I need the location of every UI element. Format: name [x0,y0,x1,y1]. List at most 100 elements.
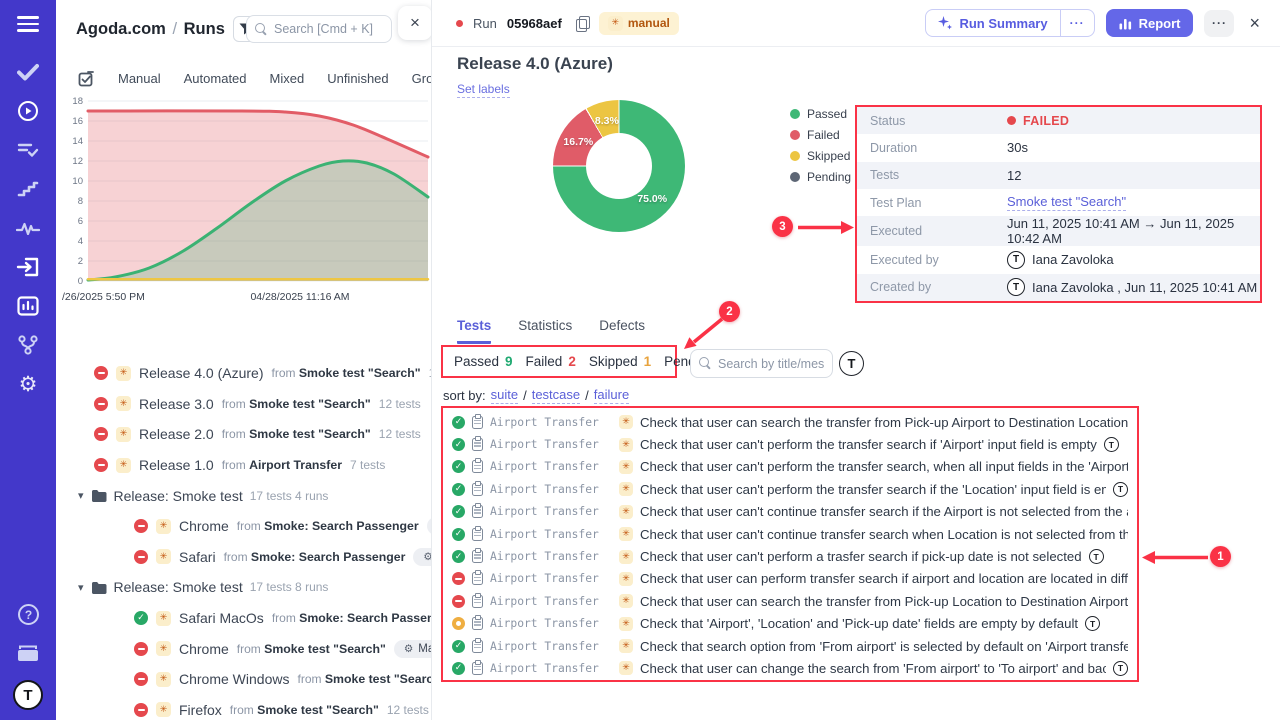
run-row[interactable]: ✳Release 3.0from Smoke test "Search"12 t… [56,389,431,420]
run-row[interactable]: ✳Chromefrom Smoke: Search Passenger⚙MacO… [56,511,431,542]
test-title[interactable]: Check that 'Airport', 'Location' and 'Pi… [640,616,1078,631]
run-name[interactable]: Chrome [179,641,229,657]
tab-statistics[interactable]: Statistics [518,318,572,344]
test-title[interactable]: Check that user can't perform a trasfer … [640,549,1082,564]
test-title[interactable]: Check that user can change the search fr… [640,661,1106,676]
test-row[interactable]: Airport Transfer✳Check that user can't p… [443,433,1137,455]
run-name[interactable]: Safari [179,549,216,565]
chevron-down-icon[interactable]: ▾ [78,581,84,594]
steps-icon[interactable] [16,177,40,201]
test-title[interactable]: Check that user can't perform the transf… [640,482,1106,497]
tests-search[interactable] [690,349,833,378]
test-row[interactable]: Airport Transfer✳Check that user can't p… [443,545,1137,567]
test-row[interactable]: Airport Transfer✳Check that search optio… [443,635,1137,657]
manual-badge: ✳ manual [599,12,679,35]
run-row[interactable]: ✳Firefoxfrom Smoke test "Search"12 tests [56,695,431,720]
test-row[interactable]: Airport Transfer✳Check that user can't c… [443,523,1137,545]
test-title[interactable]: Check that user can't continue transfer … [640,527,1128,542]
run-row[interactable]: ✳Release 4.0 (Azure)from Smoke test "Sea… [56,358,431,389]
test-row[interactable]: Airport Transfer✳Check that 'Airport', '… [443,613,1137,635]
run-row[interactable]: ✳Chromefrom Smoke test "Search"⚙MacOS⚙Ch… [56,633,431,664]
report-button[interactable]: Report [1106,9,1194,37]
sort-option-failure[interactable]: failure [594,387,629,404]
activity-icon[interactable] [16,216,40,240]
test-row[interactable]: Airport Transfer✳Check that user can sea… [443,411,1137,433]
library-icon[interactable] [16,641,40,665]
sort-option-testcase[interactable]: testcase [532,387,580,404]
run-name[interactable]: Firefox [179,702,222,718]
runs-tab-mixed[interactable]: Mixed [270,71,305,86]
run-name[interactable]: Release 3.0 [139,396,214,412]
svg-text:2: 2 [78,256,83,267]
run-row[interactable]: ✳Chrome Windowsfrom Smoke test "Search"⚙… [56,664,431,695]
menu-icon[interactable] [17,16,39,32]
sign-in-icon[interactable] [16,255,40,279]
check-icon[interactable] [16,60,40,84]
testcase-icon [472,640,483,653]
manual-icon: ✳ [619,550,633,564]
details-value[interactable]: Smoke test "Search" [1007,194,1126,211]
panel-close-button[interactable]: × [398,6,432,40]
runs-group-row[interactable]: ▾Release: Smoke test17 tests 4 runs [56,480,431,511]
report-chart-icon[interactable] [16,294,40,318]
run-name[interactable]: Chrome [179,518,229,534]
run-name[interactable]: Release 2.0 [139,426,214,442]
manual-icon: ✳ [156,549,171,564]
more-actions-button[interactable]: ··· [1204,10,1234,37]
test-title[interactable]: Check that user can search the transfer … [640,594,1128,609]
bar-chart-icon [1119,17,1132,30]
test-row[interactable]: Airport Transfer✳Check that user can per… [443,568,1137,590]
app-logo[interactable]: T [13,680,43,710]
run-summary-more-button[interactable]: ··· [1060,10,1094,36]
test-row[interactable]: Airport Transfer✳Check that user can't p… [443,456,1137,478]
runs-group-row[interactable]: ▾Release: Smoke test17 tests 8 runs [56,572,431,603]
run-summary-button[interactable]: Run Summary ··· [925,9,1094,37]
svg-text:04/28/2025 11:16 AM: 04/28/2025 11:16 AM [250,291,349,303]
runs-tab-manual[interactable]: Manual [118,71,161,86]
test-title[interactable]: Check that user can perform transfer sea… [640,571,1128,586]
test-title[interactable]: Check that user can't perform the transf… [640,437,1097,452]
breadcrumb-page[interactable]: Runs [184,20,225,38]
run-name[interactable]: Release 1.0 [139,457,214,473]
test-title[interactable]: Check that user can't continue transfer … [640,504,1128,519]
tab-defects[interactable]: Defects [599,318,645,344]
tests-search-input[interactable] [718,357,824,371]
run-row[interactable]: ✳Safarifrom Smoke: Search Passenger⚙MacO… [56,542,431,573]
test-title[interactable]: Check that user can't perform the transf… [640,459,1128,474]
sort-option-suite[interactable]: suite [491,387,518,404]
select-all-icon[interactable] [78,70,95,87]
branch-icon[interactable] [16,333,40,357]
passed-status-icon [452,460,465,473]
run-name[interactable]: Release 4.0 (Azure) [139,365,264,381]
close-run-button[interactable]: × [1245,13,1264,34]
tab-tests[interactable]: Tests [457,318,491,344]
run-row[interactable]: ✳Safari MacOsfrom Smoke: Search Passenge… [56,603,431,634]
test-row[interactable]: Airport Transfer✳Check that user can sea… [443,590,1137,612]
play-circle-icon[interactable] [16,99,40,123]
details-value: FAILED [1007,114,1069,128]
assignee-avatar-icon: T [1113,482,1128,497]
user-filter-avatar[interactable]: T [839,351,864,376]
runs-tab-groups[interactable]: Groups [412,71,432,86]
runs-tab-automated[interactable]: Automated [184,71,247,86]
test-title[interactable]: Check that search option from 'From airp… [640,639,1128,654]
run-row[interactable]: ✳Release 2.0from Smoke test "Search"12 t… [56,419,431,450]
copy-icon[interactable] [576,16,589,31]
runs-search[interactable] [246,15,392,43]
set-labels-link[interactable]: Set labels [457,82,510,98]
test-title[interactable]: Check that user can search the transfer … [640,415,1128,430]
runs-search-input[interactable] [274,22,383,36]
help-icon[interactable]: ? [16,602,40,626]
run-name[interactable]: Safari MacOs [179,610,264,626]
test-row[interactable]: Airport Transfer✳Check that user can't c… [443,501,1137,523]
list-check-icon[interactable] [16,138,40,162]
settings-gear-icon[interactable]: ⚙ [16,372,40,396]
test-row[interactable]: Airport Transfer✳Check that user can cha… [443,657,1137,679]
chevron-down-icon[interactable]: ▾ [78,489,84,502]
runs-tab-unfinished[interactable]: Unfinished [327,71,388,86]
breadcrumb-project[interactable]: Agoda.com [76,20,166,38]
test-row[interactable]: Airport Transfer✳Check that user can't p… [443,478,1137,500]
run-row[interactable]: ✳Release 1.0from Airport Transfer7 tests [56,450,431,481]
run-name[interactable]: Chrome Windows [179,671,289,687]
manual-icon: ✳ [619,617,633,631]
